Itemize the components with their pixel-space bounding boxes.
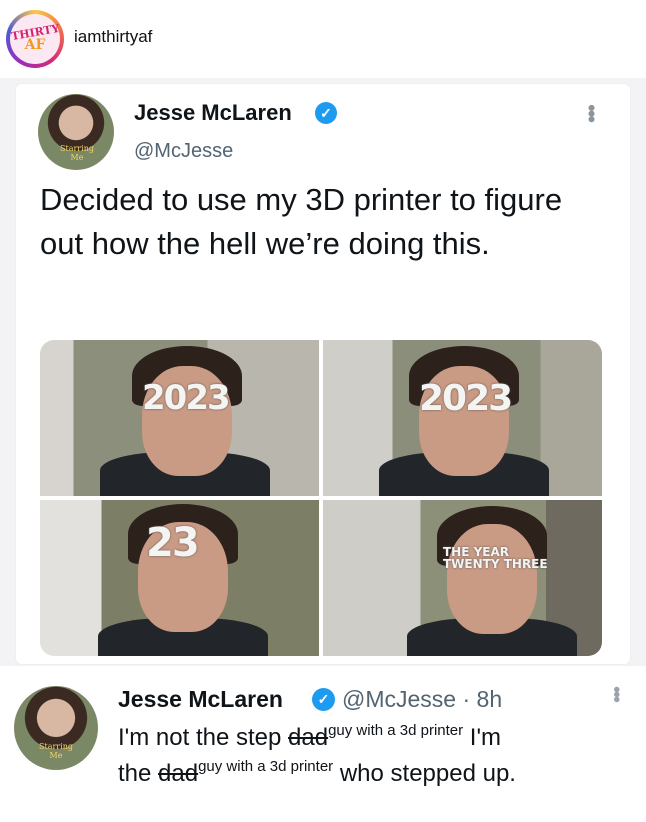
photo-glasses: 23	[146, 520, 200, 566]
reply-author-handle[interactable]: @McJesse	[342, 686, 456, 712]
photo-face	[447, 524, 537, 634]
reply-text-line-1: I'm not the step dadguy with a 3d printe…	[118, 722, 501, 752]
reply-author-avatar[interactable]: Starring Me	[14, 686, 98, 770]
avatar-badge: Starring Me	[60, 144, 94, 162]
reply-author-handle-time[interactable]: @McJesse · 8h	[342, 686, 502, 713]
tweet-text: Decided to use my 3D printer to figure o…	[40, 182, 563, 261]
tweet-photo-4[interactable]: THE YEAR TWENTY THREE	[323, 500, 602, 656]
reply-text: the	[118, 760, 159, 787]
tweet-photo-grid: 2023 2023 23 THE YEAR TWENTY THREE	[40, 340, 602, 656]
more-options-icon[interactable]: •••	[604, 686, 627, 701]
avatar-badge: Starring Me	[39, 742, 73, 760]
tweet-photo-1[interactable]: 2023	[40, 340, 319, 496]
photo-glasses: 2023	[142, 378, 231, 418]
superscript-correction: guy with a 3d printer	[198, 758, 334, 775]
tweet-photo-3[interactable]: 23	[40, 500, 319, 656]
reply-time: · 8h	[462, 686, 503, 712]
photo-glasses: THE YEAR TWENTY THREE	[443, 545, 548, 571]
reply-tweet: Starring Me Jesse McLaren ✓ @McJesse · 8…	[0, 666, 646, 822]
reply-author-name[interactable]: Jesse McLaren	[118, 686, 283, 713]
verified-badge-icon: ✓	[312, 688, 335, 711]
tweet-author-avatar[interactable]: Starring Me	[38, 94, 114, 170]
instagram-header: THIRTY AF iamthirtyaf	[0, 0, 646, 82]
more-options-icon[interactable]: •••	[578, 104, 604, 121]
logo-text-line1: THIRTY	[9, 21, 61, 43]
superscript-correction: guy with a 3d printer	[328, 722, 464, 739]
reply-text: I'm	[463, 724, 502, 751]
tweet-photo-2[interactable]: 2023	[323, 340, 602, 496]
photo-glasses: 2023	[419, 378, 513, 419]
reply-text-line-2: the dadguy with a 3d printer who stepped…	[118, 758, 516, 788]
reply-text: who stepped up.	[333, 760, 516, 787]
account-avatar-logo: THIRTY AF	[10, 14, 60, 64]
tweet-card: Starring Me Jesse McLaren ✓ @McJesse •••…	[16, 84, 630, 664]
verified-badge-icon: ✓	[315, 102, 337, 124]
account-username[interactable]: iamthirtyaf	[74, 27, 152, 47]
reply-text: I'm not the step	[118, 724, 289, 751]
account-avatar[interactable]: THIRTY AF	[6, 10, 64, 68]
tweet-author-handle[interactable]: @McJesse	[134, 140, 233, 163]
struck-word: dad	[158, 760, 199, 787]
tweet-author-name[interactable]: Jesse McLaren	[134, 100, 292, 126]
struck-word: dad	[288, 724, 329, 751]
